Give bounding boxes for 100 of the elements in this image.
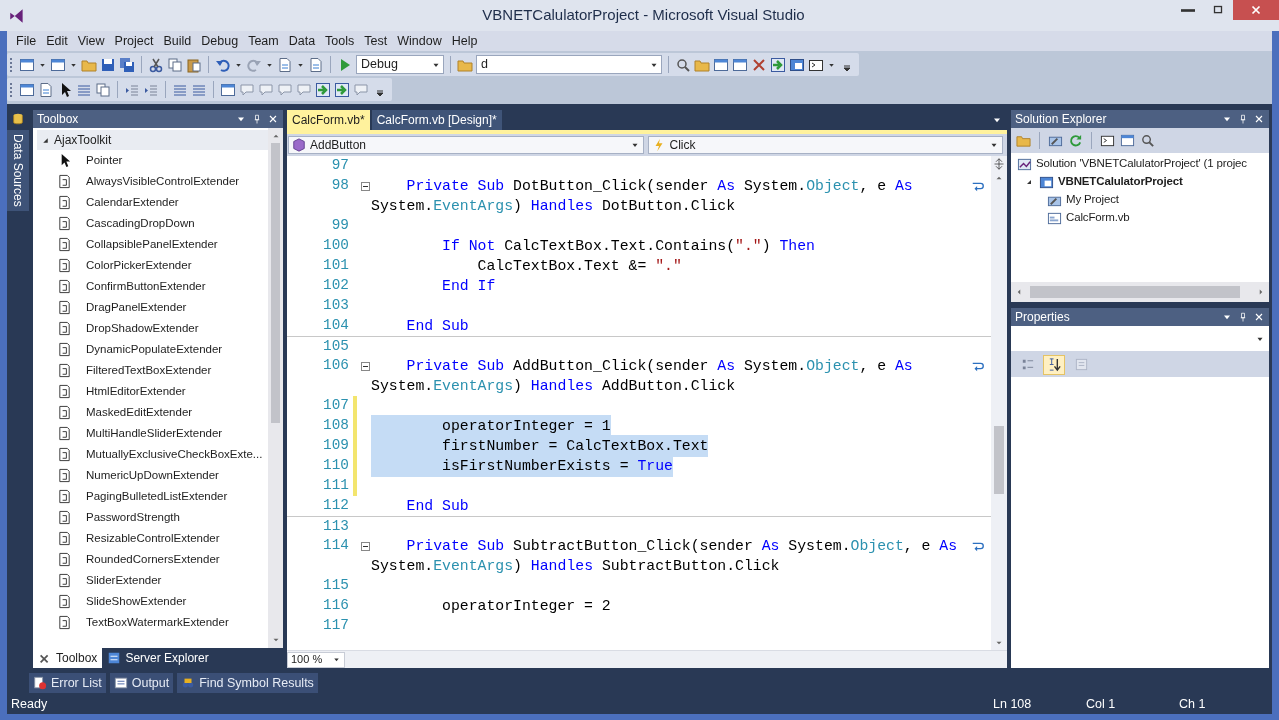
panel-tab[interactable]: Output	[109, 673, 174, 693]
tree-item[interactable]: CalcForm.vb	[1047, 209, 1130, 227]
toolbox-item[interactable]: TextBoxWatermarkExtender	[37, 612, 268, 633]
panel-title: Properties	[1015, 309, 1071, 326]
refresh-icon[interactable]	[1068, 133, 1083, 148]
tree-item[interactable]: My Project	[1047, 191, 1119, 209]
toolbox-item[interactable]: MultiHandleSliderExtender	[37, 423, 268, 444]
toolbox-item[interactable]: NumericUpDownExtender	[37, 465, 268, 486]
toolbox-item[interactable]: CalendarExtender	[37, 192, 268, 213]
menu-item[interactable]: Test	[359, 31, 393, 51]
component-icon	[57, 363, 72, 378]
menu-item[interactable]: Project	[109, 31, 159, 51]
window-icon[interactable]	[732, 56, 748, 73]
window-icon[interactable]	[713, 56, 729, 73]
toolbox-item[interactable]: DropShadowExtender	[37, 318, 268, 339]
toolbar-grip[interactable]	[9, 81, 13, 98]
menu-item[interactable]: Data	[283, 31, 321, 51]
toolbox-item[interactable]: MutuallyExclusiveCheckBoxExte...	[37, 444, 268, 465]
menu-item[interactable]: Build	[158, 31, 197, 51]
floppy-disks-icon[interactable]	[119, 56, 135, 73]
toolbox-item[interactable]: CollapsiblePanelExtender	[37, 234, 268, 255]
document-icon[interactable]	[38, 81, 54, 98]
error-list-icon	[33, 676, 47, 690]
scrollbar[interactable]	[991, 156, 1007, 650]
scrollbar[interactable]	[1011, 282, 1269, 302]
menu-item[interactable]: Tools	[320, 31, 360, 51]
copy-icon[interactable]	[95, 81, 111, 98]
toolbox-item[interactable]: PasswordStrength	[37, 507, 268, 528]
toolbox-group[interactable]: AjaxToolkit	[37, 130, 268, 150]
project-icon[interactable]	[789, 56, 805, 73]
find-field[interactable]: d	[476, 55, 662, 74]
toolbox-item[interactable]: PagingBulletedListExtender	[37, 486, 268, 507]
toolbox-item[interactable]: MaskedEditExtender	[37, 402, 268, 423]
scrollbar-thumb[interactable]	[1030, 286, 1240, 298]
toolbox-item[interactable]: AlwaysVisibleControlExtender	[37, 171, 268, 192]
class-dropdown[interactable]: AddButton	[288, 136, 644, 154]
toolbox-item[interactable]: DragPanelExtender	[37, 297, 268, 318]
document-tab[interactable]: CalcForm.vb*	[287, 110, 370, 130]
window-icon[interactable]	[220, 81, 236, 98]
toolbox-item[interactable]: ColorPickerExtender	[37, 255, 268, 276]
split-icon[interactable]	[993, 158, 1005, 170]
tree-item[interactable]: VBNETCalulatorProject	[1039, 173, 1183, 191]
toolbox-item[interactable]: SlideShowExtender	[37, 591, 268, 612]
toolbox-item[interactable]: ResizableControlExtender	[37, 528, 268, 549]
search-icon[interactable]	[1140, 133, 1155, 148]
arrow-icon[interactable]	[334, 81, 350, 98]
document-tab[interactable]: CalcForm.vb [Design]*	[371, 110, 502, 130]
scrollbar[interactable]	[268, 128, 283, 648]
close-icon[interactable]	[1253, 113, 1265, 125]
scrollbar-thumb[interactable]	[994, 426, 1004, 494]
tools-icon[interactable]	[751, 56, 767, 73]
scrollbar-thumb[interactable]	[271, 143, 280, 423]
clipboard-icon[interactable]	[186, 56, 202, 73]
zoom-dropdown[interactable]: 100 %	[287, 651, 346, 668]
toolbox-item[interactable]: RoundedCornersExtender	[37, 549, 268, 570]
menu-item[interactable]: File	[11, 31, 42, 51]
search-icon[interactable]	[675, 56, 691, 73]
toolbox-item[interactable]: DynamicPopulateExtender	[37, 339, 268, 360]
expand-arrow-icon[interactable]	[1025, 178, 1033, 186]
method-dropdown[interactable]: Click	[647, 136, 1003, 154]
menu-item[interactable]: Team	[243, 31, 284, 51]
side-tab[interactable]: Data Sources	[7, 130, 29, 211]
menu-item[interactable]: View	[72, 31, 110, 51]
toolbox-item[interactable]: HtmlEditorExtender	[37, 381, 268, 402]
toolbox-item[interactable]: CascadingDropDown	[37, 213, 268, 234]
document-icon[interactable]	[277, 56, 293, 73]
window-icon[interactable]	[19, 56, 35, 73]
document-icon[interactable]	[308, 56, 324, 73]
collapse-icon[interactable]	[361, 181, 370, 191]
scissors-icon[interactable]	[148, 56, 164, 73]
toolbox-item[interactable]: Pointer	[37, 150, 268, 171]
arrow-icon[interactable]	[315, 81, 331, 98]
menu-item[interactable]: Help	[446, 31, 483, 51]
panel-tab[interactable]: Error List	[29, 673, 106, 693]
arrow-icon[interactable]	[770, 56, 786, 73]
toolbox-item[interactable]: SliderExtender	[37, 570, 268, 591]
form-icon	[1047, 210, 1062, 226]
line-number: 101	[322, 256, 349, 276]
solution-icon	[1017, 156, 1032, 172]
toolbox-item[interactable]: FilteredTextBoxExtender	[37, 360, 268, 381]
menu-item[interactable]: Edit	[41, 31, 73, 51]
panel-tab[interactable]: Server Explorer	[102, 648, 214, 668]
collapse-icon[interactable]	[361, 361, 370, 371]
window-icon[interactable]	[19, 81, 35, 98]
toolbox-item[interactable]: ConfirmButtonExtender	[37, 276, 268, 297]
panel-tab[interactable]: Toolbox	[33, 648, 103, 668]
menu-item[interactable]: Debug	[196, 31, 244, 51]
panel-tab[interactable]: Find Symbol Results	[177, 673, 318, 693]
alphabetical-button[interactable]	[1043, 354, 1065, 375]
close-icon[interactable]	[1253, 311, 1265, 323]
console-icon[interactable]	[1100, 133, 1115, 148]
configuration-dropdown[interactable]: Debug	[356, 55, 444, 74]
collapse-icon[interactable]	[361, 541, 370, 551]
window-icon[interactable]	[50, 56, 66, 73]
close-icon[interactable]	[267, 113, 279, 125]
menu-item[interactable]: Window	[392, 31, 447, 51]
tree-item[interactable]: Solution 'VBNETCalulatorProject' (1 projec	[1017, 155, 1247, 173]
copy-icon[interactable]	[167, 56, 183, 73]
window-icon[interactable]	[1120, 133, 1135, 148]
toolbar-grip[interactable]	[9, 56, 13, 73]
